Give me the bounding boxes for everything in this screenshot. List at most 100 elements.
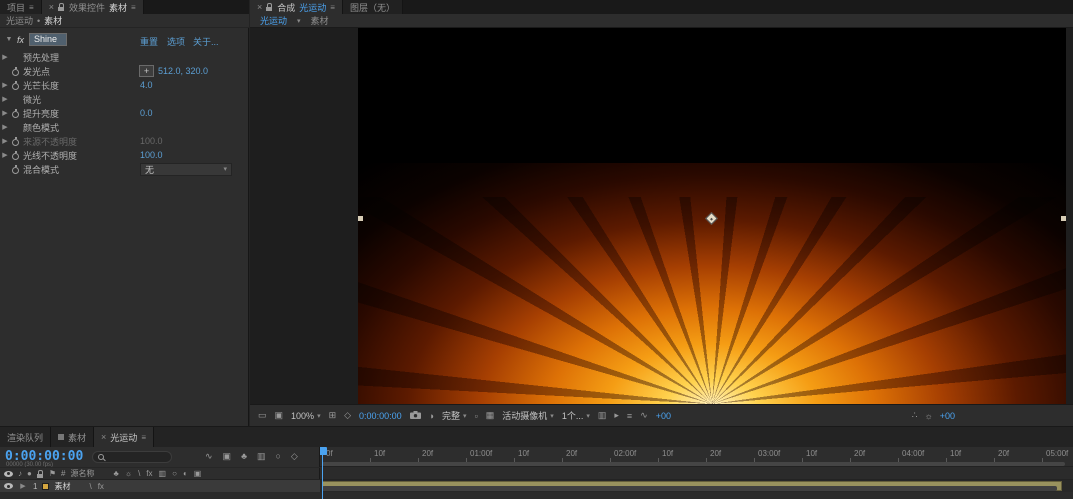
layer-fx-icon[interactable]: fx xyxy=(98,482,104,491)
effect-row-8[interactable]: ▶ 光线不透明度 100.0 xyxy=(0,148,248,162)
options-link[interactable]: 选项 xyxy=(167,35,185,48)
pixel-aspect-icon[interactable]: ▥ xyxy=(598,410,607,421)
draft-3d-icon[interactable]: ▣ xyxy=(223,451,232,462)
effect-row-1[interactable]: ▶ 预先处理 xyxy=(0,50,248,64)
layer-quality-icon[interactable]: \ xyxy=(89,482,91,491)
tab-project[interactable]: 项目 ≡ xyxy=(0,0,42,14)
twirl-closed-icon[interactable]: ▶ xyxy=(0,137,10,145)
playhead-handle[interactable] xyxy=(320,447,327,455)
adjust-exposure-icon[interactable]: ☼ xyxy=(924,411,932,421)
fast-previews-icon[interactable]: ▸ xyxy=(614,410,619,421)
twirl-closed-icon[interactable]: ▶ xyxy=(18,482,28,490)
tab-footage-timeline[interactable]: 素材 xyxy=(51,427,95,447)
resolution-select[interactable]: 完整 ▾ xyxy=(442,409,467,422)
shy-switch-icon[interactable]: ♣ xyxy=(113,469,118,478)
lock-column-icon[interactable] xyxy=(36,469,44,478)
frame-blend-switch-icon[interactable]: ▥ xyxy=(159,469,167,478)
layer-name[interactable]: 素材 xyxy=(54,481,70,492)
stopwatch-icon[interactable] xyxy=(11,66,20,76)
track-area[interactable] xyxy=(320,467,1073,492)
property-value[interactable]: 0.0 xyxy=(140,108,153,118)
fx-switch-icon[interactable]: fx xyxy=(146,469,152,478)
quality-switch-icon[interactable]: \ xyxy=(138,469,140,478)
tab-render-queue[interactable]: 渲染队列 xyxy=(0,427,52,447)
preview-monitor-icon[interactable]: ▭ xyxy=(258,410,267,421)
layer-label-color[interactable] xyxy=(42,482,50,490)
effect-header-shine[interactable]: ▼ fx Shine 重置 选项 关于... xyxy=(0,31,248,48)
tab-comp-timeline[interactable]: × 光运动 ≡ xyxy=(94,427,154,447)
panel-menu-icon[interactable]: ≡ xyxy=(131,3,136,12)
collapse-switch-icon[interactable]: ☼ xyxy=(125,469,132,478)
panel-menu-icon[interactable]: ≡ xyxy=(330,3,335,12)
twirl-closed-icon[interactable]: ▶ xyxy=(0,151,10,159)
layer-handle-right[interactable] xyxy=(1061,216,1066,221)
twirl-closed-icon[interactable]: ▶ xyxy=(0,53,10,61)
stopwatch-icon[interactable] xyxy=(11,136,20,146)
solo-column-icon[interactable]: ● xyxy=(27,469,32,478)
property-value[interactable]: 100.0 xyxy=(140,150,163,160)
layer-row[interactable]: ▶ 1 素材 \ fx xyxy=(0,480,320,492)
layer-handle-left[interactable] xyxy=(358,216,363,221)
comp-timecode[interactable]: 0:00:00:00 xyxy=(359,411,402,421)
current-time-indicator[interactable] xyxy=(320,447,327,499)
stopwatch-icon[interactable] xyxy=(11,80,20,90)
label-column-icon[interactable]: ⚑ xyxy=(49,469,56,478)
chevron-down-icon[interactable]: ▾ xyxy=(297,17,301,25)
roi-icon[interactable]: ▫ xyxy=(475,411,478,421)
tab-effect-controls[interactable]: × 效果控件 素材 ≡ xyxy=(41,0,144,14)
effect-row-6[interactable]: ▶ 颜色模式 xyxy=(0,120,248,134)
grid-guides-icon[interactable]: ⊞ xyxy=(329,410,337,421)
property-value[interactable]: 4.0 xyxy=(140,80,153,90)
effect-row-3[interactable]: ▶ 光芒长度 4.0 xyxy=(0,78,248,92)
property-value[interactable]: 512.0, 320.0 xyxy=(158,66,208,76)
property-value[interactable]: 100.0 xyxy=(140,136,163,146)
reset-link[interactable]: 重置 xyxy=(140,35,158,48)
stopwatch-icon[interactable] xyxy=(11,164,20,174)
twirl-closed-icon[interactable]: ▶ xyxy=(0,95,10,103)
twirl-closed-icon[interactable]: ▶ xyxy=(0,123,10,131)
twirl-closed-icon[interactable]: ▶ xyxy=(0,81,10,89)
blend-mode-dropdown[interactable]: 无 ▾ xyxy=(140,162,232,176)
stopwatch-icon[interactable] xyxy=(11,108,20,118)
frame-blend-icon[interactable]: ▥ xyxy=(257,451,266,462)
view-layout-select[interactable]: 1个... ▾ xyxy=(562,409,590,422)
threed-switch-icon[interactable]: ▣ xyxy=(194,469,202,478)
twirl-open-icon[interactable]: ▼ xyxy=(4,36,14,43)
effect-row-5[interactable]: ▶ 提升亮度 0.0 xyxy=(0,106,248,120)
snapshot-camera-icon[interactable] xyxy=(409,410,421,421)
crosshair-button[interactable]: + xyxy=(139,65,154,77)
exposure-value[interactable]: +00 xyxy=(656,411,671,421)
fx-badge-icon[interactable]: fx xyxy=(17,35,24,45)
shy-layers-icon[interactable]: ♣ xyxy=(241,451,247,462)
about-link[interactable]: 关于... xyxy=(193,35,219,48)
effect-row-9[interactable]: 混合模式无 ▾ xyxy=(0,162,248,176)
mask-visibility-icon[interactable]: ◇ xyxy=(344,410,351,421)
stopwatch-icon[interactable] xyxy=(11,150,20,160)
tab-composition[interactable]: × 合成 光运动 ≡ xyxy=(250,0,343,14)
viewer-tab-comp[interactable]: 光运动 xyxy=(260,14,287,27)
effect-row-2[interactable]: 发光点 +512.0, 320.0 xyxy=(0,64,248,78)
time-ruler[interactable]: 0f 10f 20f 01:00f 10f 20f 02:00f 10f 20f 03:00f 10… xyxy=(320,447,1073,467)
close-icon[interactable]: × xyxy=(49,2,54,12)
exposure-right-value[interactable]: +00 xyxy=(940,411,955,421)
close-icon[interactable]: × xyxy=(257,2,262,12)
effect-row-7[interactable]: ▶ 来源不透明度 100.0 xyxy=(0,134,248,148)
close-icon[interactable]: × xyxy=(101,432,106,442)
show-channels-icon[interactable]: ◑ xyxy=(429,411,434,421)
breadcrumb-comp[interactable]: 光运动 xyxy=(6,14,33,27)
horizontal-scrollbar[interactable] xyxy=(322,486,1057,491)
twirl-closed-icon[interactable]: ▶ xyxy=(0,109,10,117)
flowchart-icon[interactable]: ∿ xyxy=(640,410,648,421)
primary-viewer-icon[interactable]: ▣ xyxy=(275,410,284,421)
zoom-select[interactable]: 100% ▾ xyxy=(291,411,321,421)
search-field[interactable] xyxy=(92,451,172,463)
transparency-grid-icon[interactable]: ▦ xyxy=(486,410,495,421)
effect-row-4[interactable]: ▶ 微光 xyxy=(0,92,248,106)
motion-blur-icon[interactable]: ○ xyxy=(275,451,280,462)
composition-image[interactable] xyxy=(358,28,1066,404)
source-name-header[interactable]: 源名称 xyxy=(70,468,94,479)
timeline-button-icon[interactable]: ≡ xyxy=(627,411,632,421)
panel-menu-icon[interactable]: ≡ xyxy=(141,433,146,442)
histogram-icon[interactable]: ∴ xyxy=(912,410,918,421)
composition-viewport[interactable] xyxy=(250,28,1073,404)
